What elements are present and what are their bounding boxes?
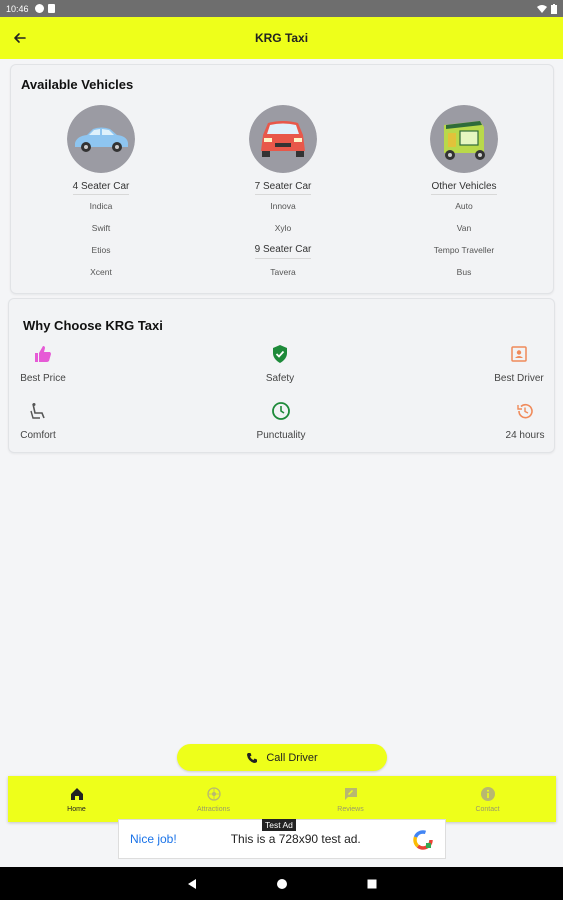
nav-label: Reviews — [337, 805, 364, 813]
thumbs-up-icon — [32, 343, 54, 365]
feature-label: Best Price — [20, 373, 66, 384]
why-choose-card: Why Choose KRG Taxi Best Price Safety Be… — [8, 298, 555, 453]
ad-message: This is a 728x90 test ad. — [230, 832, 361, 846]
nav-label: Home — [67, 805, 86, 813]
vehicle-column-7-seater: 7 Seater Car Innova Xylo 9 Seater Car Ta… — [213, 105, 353, 283]
call-driver-label: Call Driver — [266, 751, 318, 764]
shield-check-icon — [269, 343, 291, 365]
status-time: 10:46 — [6, 3, 29, 14]
nav-reviews[interactable]: Reviews — [282, 776, 419, 822]
feature-label: Safety — [265, 373, 295, 384]
feature-24-hours: 24 hours — [480, 400, 563, 441]
vehicle-column-4-seater: 4 Seater Car Indica Swift Etios Xcent — [31, 105, 171, 283]
vehicle-item: Bus — [456, 267, 472, 277]
feature-label: Comfort — [20, 430, 56, 441]
sedan-car-image — [67, 105, 135, 173]
feature-safety: Safety — [235, 343, 325, 384]
vehicle-heading: 4 Seater Car — [72, 181, 130, 195]
nav-label: Attractions — [196, 805, 231, 813]
seat-icon — [27, 400, 49, 422]
info-icon — [480, 786, 495, 801]
vehicle-item: Auto — [455, 201, 473, 211]
vehicle-item: Van — [456, 223, 472, 233]
ad-logo-icon — [413, 830, 433, 850]
vehicle-item: Tempo Traveller — [433, 245, 495, 255]
battery-icon — [551, 3, 557, 14]
feature-label: Punctuality — [256, 430, 306, 441]
app-bar: KRG Taxi — [0, 17, 563, 59]
app-title: KRG Taxi — [254, 31, 309, 45]
feature-label: Best Driver — [494, 373, 544, 384]
nav-attractions[interactable]: Attractions — [145, 776, 282, 822]
recents-square-icon[interactable] — [366, 878, 378, 890]
available-vehicles-title: Available Vehicles — [21, 77, 134, 92]
back-arrow-icon[interactable] — [10, 28, 30, 48]
notification-icon — [34, 4, 44, 13]
vehicle-item: Etios — [91, 245, 111, 255]
vehicle-item: Swift — [91, 223, 111, 233]
feature-label: 24 hours — [505, 430, 545, 441]
feature-best-price: Best Price — [0, 343, 88, 384]
why-choose-title: Why Choose KRG Taxi — [23, 318, 163, 333]
reviews-icon — [344, 787, 357, 800]
wifi-icon — [537, 5, 547, 13]
clock-icon — [270, 400, 292, 422]
suv-car-image — [249, 105, 317, 173]
vehicle-subheading: 9 Seater Car — [254, 241, 312, 259]
attractions-icon — [206, 786, 221, 801]
auto-rickshaw-image — [430, 105, 498, 173]
available-vehicles-card: Available Vehicles 4 Seater Car Indica S… — [10, 64, 554, 294]
system-navigation-bar — [0, 867, 563, 900]
phone-icon — [247, 752, 258, 763]
history-icon — [514, 400, 536, 422]
feature-comfort: Comfort — [0, 400, 83, 441]
vehicle-item: Tavera — [270, 267, 296, 277]
id-badge-icon — [508, 343, 530, 365]
vehicle-heading: 7 Seater Car — [254, 181, 312, 195]
vehicle-item: Innova — [270, 201, 296, 211]
vehicle-item: Xylo — [274, 223, 292, 233]
vehicle-item: Xcent — [90, 267, 112, 277]
home-circle-icon[interactable] — [276, 878, 288, 890]
back-triangle-icon[interactable] — [186, 878, 198, 890]
bottom-navigation: Home Attractions Reviews Contact — [8, 776, 556, 822]
home-icon — [70, 787, 83, 800]
vehicle-item: Indica — [89, 201, 113, 211]
status-bar: 10:46 — [0, 0, 563, 17]
vehicle-heading: Other Vehicles — [431, 181, 497, 195]
ad-cta[interactable]: Nice job! — [130, 832, 177, 846]
call-driver-button[interactable]: Call Driver — [177, 744, 387, 771]
sd-card-icon — [47, 4, 55, 13]
test-ad-tag: Test Ad — [262, 819, 296, 831]
feature-punctuality: Punctuality — [236, 400, 326, 441]
nav-label: Contact — [475, 805, 500, 813]
ad-banner[interactable]: Test Ad Nice job! This is a 728x90 test … — [118, 819, 446, 859]
vehicle-column-other: Other Vehicles Auto Van Tempo Traveller … — [394, 105, 534, 283]
nav-home[interactable]: Home — [8, 776, 145, 822]
feature-best-driver: Best Driver — [474, 343, 563, 384]
nav-contact[interactable]: Contact — [419, 776, 556, 822]
